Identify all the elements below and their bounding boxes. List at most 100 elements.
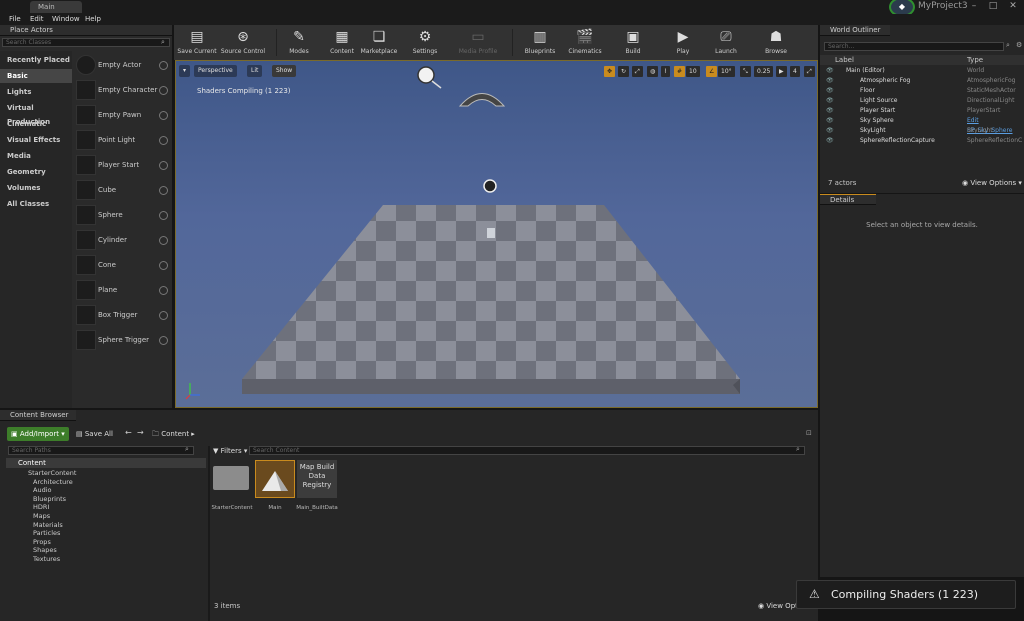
info-icon[interactable] — [159, 61, 168, 70]
tree-root-content[interactable]: Content — [6, 458, 206, 468]
category-geometry[interactable]: Geometry — [0, 165, 72, 179]
category-lights[interactable]: Lights — [0, 85, 72, 99]
actor-plane[interactable]: Plane — [74, 278, 172, 303]
source-control-button[interactable]: ⊛ Source Control — [220, 25, 266, 60]
info-icon[interactable] — [159, 211, 168, 220]
eye-icon[interactable]: 👁 — [826, 66, 834, 76]
type-column-header[interactable]: Type — [967, 55, 983, 65]
info-icon[interactable] — [159, 236, 168, 245]
back-arrow-icon[interactable]: ← — [125, 428, 132, 437]
tree-folder-textures[interactable]: Textures — [28, 555, 76, 564]
eye-icon[interactable]: 👁 — [826, 96, 834, 106]
info-icon[interactable] — [159, 336, 168, 345]
level-viewport[interactable]: ▾ Perspective Lit Show Shaders Compiling… — [175, 60, 818, 408]
search-classes-input[interactable]: Search Classes — [2, 38, 170, 47]
save-all-button[interactable]: ▤ Save All — [76, 427, 113, 441]
outliner-row[interactable]: 👁 Floor StaticMeshActor — [820, 86, 1024, 96]
outliner-row[interactable]: 👁 Player Start PlayerStart — [820, 106, 1024, 116]
search-paths-input[interactable]: Search Paths — [8, 446, 194, 455]
outliner-search-input[interactable]: Search... — [824, 42, 1004, 51]
eye-icon[interactable]: 👁 — [826, 136, 834, 146]
tree-folder-hdri[interactable]: HDRI — [28, 503, 76, 512]
map-asset-icon[interactable] — [255, 460, 295, 498]
registry-asset-icon[interactable]: Map Build Data Registry — [297, 460, 337, 498]
cinematics-button[interactable]: 🎬 Cinematics — [566, 25, 604, 60]
info-icon[interactable] — [159, 136, 168, 145]
tree-folder-architecture[interactable]: Architecture — [28, 478, 76, 487]
lock-icon[interactable]: ⊡ — [806, 429, 812, 437]
tree-folder-particles[interactable]: Particles — [28, 529, 76, 538]
breadcrumb[interactable]: 🗀 Content ▸ — [152, 427, 195, 441]
tree-folder-audio[interactable]: Audio — [28, 486, 76, 495]
info-icon[interactable] — [159, 86, 168, 95]
outliner-row[interactable]: 👁 Light Source DirectionalLight — [820, 96, 1024, 106]
tree-folder-props[interactable]: Props — [28, 538, 76, 547]
outliner-row[interactable]: 👁 Atmospheric Fog AtmosphericFog — [820, 76, 1024, 86]
outliner-row[interactable]: 👁 Sky Sphere Edit BP_Sky_Sphere — [820, 116, 1024, 134]
menu-edit[interactable]: Edit — [30, 14, 44, 25]
actor-cube[interactable]: Cube — [74, 178, 172, 203]
tree-folder-materials[interactable]: Materials — [28, 521, 76, 530]
category-virtual-production[interactable]: Virtual Production — [0, 101, 72, 126]
content-browser-tab[interactable]: Content Browser — [0, 410, 76, 421]
eye-icon[interactable]: 👁 — [826, 76, 834, 86]
info-icon[interactable] — [159, 111, 168, 120]
actor-empty-character[interactable]: Empty Character — [74, 78, 172, 103]
forward-arrow-icon[interactable]: → — [137, 428, 144, 437]
tree-folder-shapes[interactable]: Shapes — [28, 546, 76, 555]
minimize-button[interactable]: – — [965, 1, 983, 11]
tree-folder-blueprints[interactable]: Blueprints — [28, 495, 76, 504]
build-button[interactable]: ▣ Build — [620, 25, 646, 60]
add-import-button[interactable]: ▣ Add/Import ▾ — [7, 427, 69, 441]
eye-icon[interactable]: 👁 — [826, 106, 834, 116]
info-icon[interactable] — [159, 311, 168, 320]
media-profile-button[interactable]: ▭ Media Profile — [456, 25, 500, 60]
settings-icon[interactable]: ⚙ — [1016, 41, 1022, 49]
eye-icon[interactable]: 👁 — [826, 86, 834, 96]
actor-sphere-trigger[interactable]: Sphere Trigger — [74, 328, 172, 353]
content-button[interactable]: ▦ Content — [324, 25, 360, 60]
actor-cylinder[interactable]: Cylinder — [74, 228, 172, 253]
menu-window[interactable]: Window — [52, 14, 80, 25]
info-icon[interactable] — [159, 261, 168, 270]
actor-player-start[interactable]: Player Start — [74, 153, 172, 178]
level-tab[interactable]: Main — [30, 1, 82, 13]
actor-box-trigger[interactable]: Box Trigger — [74, 303, 172, 328]
menu-help[interactable]: Help — [85, 14, 101, 25]
splitter[interactable] — [208, 446, 210, 621]
actor-empty-pawn[interactable]: Empty Pawn — [74, 103, 172, 128]
menu-file[interactable]: File — [9, 14, 21, 25]
settings-button[interactable]: ⚙ Settings — [408, 25, 442, 60]
world-outliner-tab[interactable]: World Outliner — [820, 25, 890, 36]
browse-button[interactable]: ☗ Browse — [762, 25, 790, 60]
category-recently-placed[interactable]: Recently Placed — [0, 53, 72, 67]
info-icon[interactable] — [159, 161, 168, 170]
actor-point-light[interactable]: Point Light — [74, 128, 172, 153]
tree-folder-startercontent[interactable]: StarterContent — [28, 469, 76, 478]
actor-empty-actor[interactable]: Empty Actor — [74, 53, 172, 78]
category-basic[interactable]: Basic — [0, 69, 72, 83]
place-actors-tab[interactable]: Place Actors — [0, 25, 172, 36]
category-media[interactable]: Media — [0, 149, 72, 163]
eye-icon[interactable]: 👁 — [826, 126, 834, 136]
search-content-input[interactable]: Search Content — [249, 446, 805, 455]
marketplace-button[interactable]: ❏ Marketplace — [360, 25, 398, 60]
category-all-classes[interactable]: All Classes — [0, 197, 72, 211]
outliner-view-options[interactable]: ◉ View Options ▾ — [962, 179, 1022, 187]
info-icon[interactable] — [159, 286, 168, 295]
actor-cone[interactable]: Cone — [74, 253, 172, 278]
play-button[interactable]: ▶ Play — [670, 25, 696, 60]
category-cinematic[interactable]: Cinematic — [0, 117, 72, 131]
category-volumes[interactable]: Volumes — [0, 181, 72, 195]
folder-icon[interactable] — [213, 466, 249, 490]
launch-button[interactable]: ⎚ Launch — [712, 25, 740, 60]
save-current-button[interactable]: ▤ Save Current — [176, 25, 218, 60]
label-column-header[interactable]: Label — [835, 55, 854, 65]
close-button[interactable]: ✕ — [1004, 1, 1022, 11]
blueprints-button[interactable]: ▥ Blueprints — [522, 25, 558, 60]
details-tab[interactable]: Details — [820, 194, 876, 205]
outliner-row[interactable]: 👁 Main (Editor) World — [820, 66, 1024, 76]
tree-folder-maps[interactable]: Maps — [28, 512, 76, 521]
filters-button[interactable]: ▼ Filters ▾ — [213, 446, 247, 456]
maximize-button[interactable]: □ — [984, 1, 1002, 11]
